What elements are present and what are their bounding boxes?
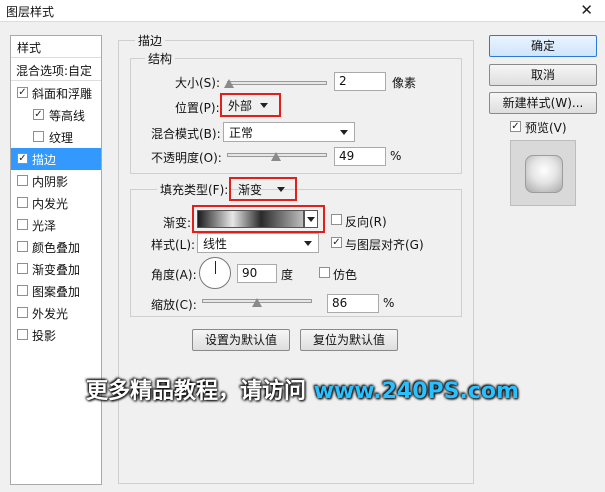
fill-type-label: 填充类型(F): — [157, 181, 232, 198]
styles-header-label: 样式 — [17, 41, 42, 55]
style-item[interactable]: 渐变叠加 — [11, 258, 101, 280]
style-item-label: 投影 — [32, 329, 57, 343]
window-title: 图层样式 — [6, 5, 55, 19]
opacity-label: 不透明度(O): — [151, 151, 222, 165]
style-item-checkbox[interactable] — [17, 285, 28, 296]
style-item[interactable]: 图案叠加 — [11, 280, 101, 302]
style-item[interactable]: 光泽 — [11, 214, 101, 236]
style-item-checkbox[interactable] — [33, 131, 44, 142]
position-label: 位置(P): — [175, 101, 220, 115]
align-label: 与图层对齐(G) — [345, 238, 424, 252]
style-item[interactable]: 内阴影 — [11, 170, 101, 192]
style-item-checkbox[interactable]: ✓ — [33, 109, 44, 120]
structure-group-title: 结构 — [145, 50, 176, 67]
gradient-label: 渐变: — [163, 216, 192, 230]
stroke-group-title: 描边 — [135, 32, 166, 49]
blend-mode-label: 混合模式(B): — [151, 127, 221, 141]
style-value: 线性 — [203, 237, 228, 251]
styles-header[interactable]: 样式 — [11, 36, 101, 58]
reverse-label: 反向(R) — [345, 215, 387, 229]
blend-mode-value: 正常 — [229, 126, 254, 140]
blend-mode-select[interactable]: 正常 — [223, 122, 355, 142]
scale-input[interactable]: 86 — [327, 294, 379, 313]
watermark-url: www.240PS.com — [313, 379, 519, 404]
title-bar: 图层样式 ✕ — [0, 0, 605, 22]
style-item-label: 等高线 — [49, 109, 86, 123]
close-icon[interactable]: ✕ — [580, 1, 593, 19]
reset-default-button[interactable]: 复位为默认值 — [300, 329, 398, 351]
style-item-label: 描边 — [32, 153, 57, 167]
align-checkbox[interactable]: ✓ — [331, 237, 342, 248]
style-item[interactable]: ✓ 描边 — [11, 148, 101, 170]
style-item-label: 内阴影 — [32, 175, 69, 189]
style-item-label: 外发光 — [32, 307, 69, 321]
style-item-checkbox[interactable] — [17, 329, 28, 340]
style-item-label: 颜色叠加 — [32, 241, 81, 255]
angle-dial[interactable] — [199, 257, 231, 289]
style-item[interactable]: 颜色叠加 — [11, 236, 101, 258]
style-item-checkbox[interactable] — [17, 263, 28, 274]
style-item[interactable]: ✓ 等高线 — [11, 104, 101, 126]
blend-options-item[interactable]: 混合选项:自定 — [11, 59, 101, 81]
make-default-button[interactable]: 设置为默认值 — [192, 329, 290, 351]
watermark-text: 更多精品教程，请访问 — [86, 379, 314, 404]
style-item-checkbox[interactable] — [17, 175, 28, 186]
preview-swatch — [525, 155, 563, 193]
highlight-fill-type — [229, 177, 297, 201]
highlight-position — [220, 93, 281, 117]
preview-checkbox[interactable]: ✓ — [510, 121, 521, 132]
angle-unit: 度 — [281, 268, 294, 282]
styles-list: 样式 混合选项:自定 ✓ 斜面和浮雕 ✓ 等高线纹理 ✓ 描边内阴影内发光光泽颜色叠加渐变… — [10, 35, 102, 485]
style-item-checkbox[interactable]: ✓ — [17, 87, 28, 98]
style-item-label: 内发光 — [32, 197, 69, 211]
style-item-checkbox[interactable] — [17, 307, 28, 318]
size-unit: 像素 — [392, 76, 417, 90]
highlight-gradient — [192, 205, 325, 233]
chevron-down-icon — [340, 130, 348, 135]
watermark: 更多精品教程，请访问 www.240PS.com — [0, 373, 605, 405]
style-item[interactable]: 投影 — [11, 324, 101, 346]
style-item-checkbox[interactable] — [17, 219, 28, 230]
size-label: 大小(S): — [175, 76, 221, 90]
style-item-label: 斜面和浮雕 — [32, 87, 93, 101]
scale-label: 缩放(C): — [151, 298, 197, 312]
style-item-checkbox[interactable]: ✓ — [17, 153, 28, 164]
style-item-label: 光泽 — [32, 219, 57, 233]
opacity-unit: % — [390, 149, 402, 163]
style-item-checkbox[interactable] — [17, 197, 28, 208]
preview-label: 预览(V) — [525, 121, 567, 135]
angle-input[interactable]: 90 — [237, 264, 277, 283]
style-select[interactable]: 线性 — [197, 233, 319, 253]
opacity-slider-thumb[interactable] — [271, 152, 281, 161]
dither-label: 仿色 — [333, 268, 358, 282]
angle-dial-needle — [215, 261, 216, 274]
style-item-checkbox[interactable] — [17, 241, 28, 252]
reverse-checkbox[interactable] — [331, 214, 342, 225]
style-item-label: 纹理 — [49, 131, 74, 145]
blend-options-label: 混合选项:自定 — [16, 64, 93, 78]
chevron-down-icon — [304, 241, 312, 246]
size-slider-thumb[interactable] — [224, 79, 234, 88]
style-preview — [510, 140, 576, 206]
ok-button[interactable]: 确定 — [489, 35, 597, 57]
angle-label: 角度(A): — [151, 268, 197, 282]
style-item[interactable]: ✓ 斜面和浮雕 — [11, 82, 101, 104]
cancel-button[interactable]: 取消 — [489, 64, 597, 86]
scale-unit: % — [383, 296, 395, 310]
style-item[interactable]: 外发光 — [11, 302, 101, 324]
dither-checkbox[interactable] — [319, 267, 330, 278]
new-style-button[interactable]: 新建样式(W)... — [489, 92, 597, 114]
size-slider[interactable] — [227, 81, 327, 85]
style-item-label: 渐变叠加 — [32, 263, 81, 277]
style-label: 样式(L): — [151, 238, 196, 252]
opacity-input[interactable]: 49 — [334, 147, 386, 166]
scale-slider-thumb[interactable] — [252, 298, 262, 307]
size-input[interactable]: 2 — [334, 72, 386, 91]
style-item[interactable]: 内发光 — [11, 192, 101, 214]
style-item-label: 图案叠加 — [32, 285, 81, 299]
style-item[interactable]: 纹理 — [11, 126, 101, 148]
